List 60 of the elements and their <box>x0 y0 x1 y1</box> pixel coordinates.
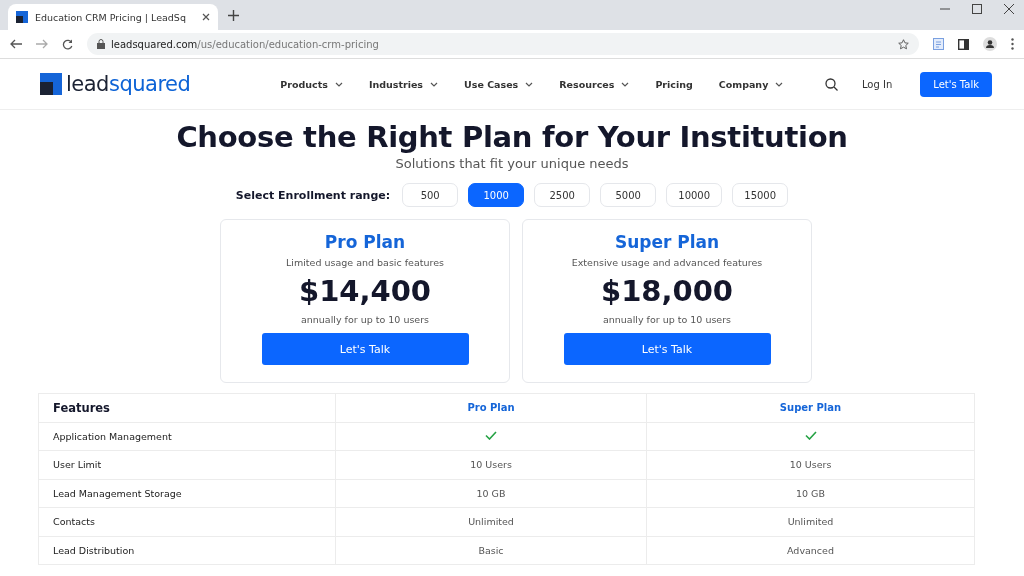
login-link[interactable]: Log In <box>855 77 899 91</box>
table-cell: 10 Users <box>646 450 975 479</box>
browser-tab[interactable]: Education CRM Pricing | LeadSq <box>8 4 218 30</box>
profile-icon[interactable] <box>983 37 997 51</box>
plan-price: $14,400 <box>298 274 432 308</box>
logo[interactable]: leadsquared <box>40 72 191 96</box>
nav-menu-item[interactable]: Company <box>718 78 784 90</box>
maximize-icon[interactable] <box>972 4 982 14</box>
lock-icon <box>97 39 105 49</box>
column-header: Features <box>38 393 336 422</box>
range-option[interactable]: 2500 <box>534 183 591 207</box>
table-cell: Application Management <box>38 422 336 451</box>
range-option[interactable]: 5000 <box>600 183 657 207</box>
back-arrow-icon[interactable] <box>10 39 22 49</box>
close-icon[interactable] <box>1004 4 1014 14</box>
checkmark-icon <box>804 430 817 440</box>
table-cell: 10 GB <box>646 479 975 508</box>
plan-price: $18,000 <box>600 274 734 308</box>
table-cell: Advanced <box>646 536 975 565</box>
price-note: annually for up to 10 users <box>300 314 430 325</box>
price-note: annually for up to 10 users <box>602 314 732 325</box>
page-subtitle: Solutions that fit your unique needs <box>394 156 630 171</box>
menu-icon[interactable] <box>1011 38 1014 50</box>
table-cell: User Limit <box>38 450 336 479</box>
nav-menu-item[interactable]: Pricing <box>655 78 693 90</box>
table-cell: Lead Distribution <box>38 536 336 565</box>
range-option[interactable]: 15000 <box>732 183 789 207</box>
nav-menu-item[interactable]: Industries <box>368 78 438 90</box>
plan-name: Pro Plan <box>324 232 406 252</box>
lets-talk-button[interactable]: Let's Talk <box>563 333 771 365</box>
address-bar[interactable]: leadsquared.com/us/education/education-crm-pricing <box>87 33 919 55</box>
logo-icon <box>16 11 28 23</box>
table-cell: Unlimited <box>335 507 647 536</box>
table-cell: 10 GB <box>335 479 647 508</box>
range-option[interactable]: 1000 <box>468 183 525 207</box>
plan-description: Extensive usage and advanced features <box>571 257 763 268</box>
reload-icon[interactable] <box>62 38 73 50</box>
table-cell: Basic <box>335 536 647 565</box>
search-icon[interactable] <box>824 77 838 91</box>
close-icon[interactable] <box>202 13 210 21</box>
plan-name: Super Plan <box>614 232 720 252</box>
table-cell: 10 Users <box>335 450 647 479</box>
table-cell: Contacts <box>38 507 336 536</box>
enrollment-range-label: Select Enrollment range: <box>235 188 391 202</box>
table-cell: Lead Management Storage <box>38 479 336 508</box>
plan-description: Limited usage and basic features <box>286 257 444 268</box>
lets-talk-button[interactable]: Let's Talk <box>261 333 469 365</box>
star-icon[interactable] <box>898 38 909 50</box>
side-panel-icon[interactable] <box>958 38 969 50</box>
range-option[interactable]: 10000 <box>666 183 723 207</box>
column-header: Super Plan <box>646 393 975 422</box>
range-option[interactable]: 500 <box>402 183 459 207</box>
column-header: Pro Plan <box>335 393 647 422</box>
table-cell: Unlimited <box>646 507 975 536</box>
nav-menu-item[interactable]: Resources <box>559 78 630 90</box>
page-title: Choose the Right Plan for Your Institution <box>175 120 849 154</box>
nav-menu-item[interactable]: Use Cases <box>464 78 534 90</box>
checkmark-icon <box>485 430 497 440</box>
nav-menu-item[interactable]: Products <box>280 78 343 90</box>
lets-talk-button[interactable]: Let's Talk <box>920 71 992 97</box>
